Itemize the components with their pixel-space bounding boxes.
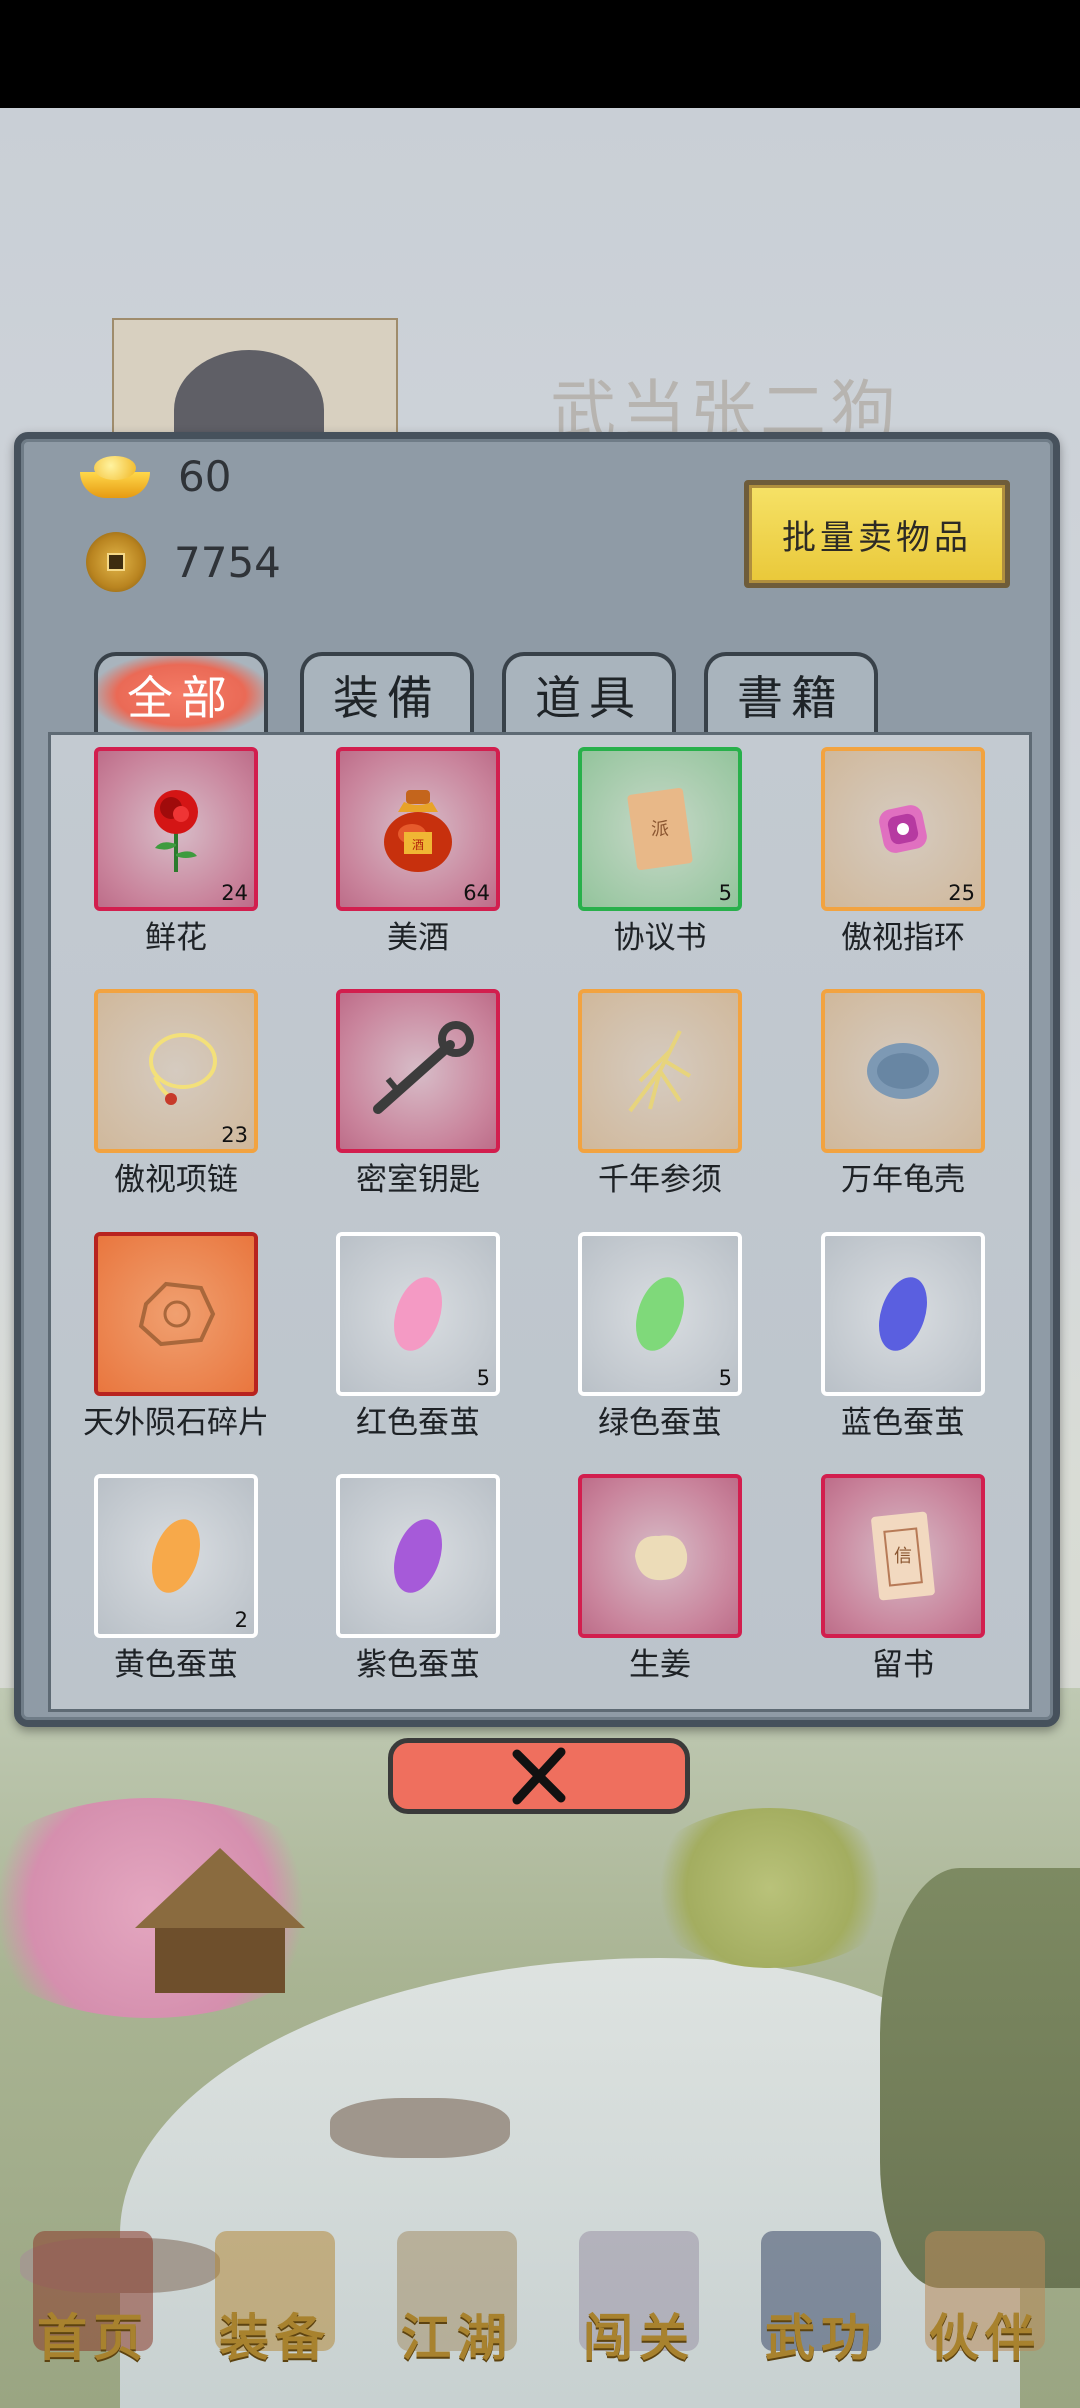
item-slot-ginseng[interactable] [578, 989, 742, 1153]
item-count: 5 [476, 1366, 490, 1390]
bottom-navigation: 首页 装备 江湖 闯关 武功 伙伴 [0, 2186, 1080, 2408]
item-slot-agreement[interactable]: 派 5 [578, 747, 742, 911]
cocoon-pink-icon [394, 1277, 442, 1351]
item-slot-ginger[interactable] [578, 1474, 742, 1638]
letter-icon: 信 [871, 1511, 935, 1601]
svg-text:信: 信 [894, 1546, 912, 1567]
nav-label: 武功 [765, 2308, 877, 2367]
turtle-shell-icon [867, 1043, 939, 1099]
nav-equipment[interactable]: 装备 [190, 2186, 360, 2408]
tab-books[interactable]: 書籍 [704, 652, 878, 734]
item-slot-blue-cocoon[interactable] [821, 1232, 985, 1396]
wine-jar-icon: 酒 [384, 790, 452, 872]
item-count: 5 [718, 1366, 732, 1390]
item-name: 协议书 [613, 920, 707, 956]
item-slot-purple-cocoon[interactable] [336, 1474, 500, 1638]
item-slot-ring[interactable]: 25 [821, 747, 985, 911]
item-slot-wine[interactable]: 酒 64 [336, 747, 500, 911]
rose-icon [154, 790, 198, 872]
cocoon-yellow-icon [152, 1519, 200, 1593]
necklace-icon [149, 1033, 217, 1105]
item-name: 紫色蚕茧 [356, 1647, 480, 1683]
close-icon [512, 1747, 566, 1805]
gold-ingot-icon [80, 454, 150, 500]
item-count: 24 [221, 881, 248, 905]
batch-sell-button[interactable]: 批量卖物品 [744, 480, 1010, 588]
scroll-icon: 派 [627, 787, 693, 871]
item-name: 美酒 [387, 920, 449, 956]
tab-equipment[interactable]: 装備 [300, 652, 474, 734]
key-icon [373, 1021, 474, 1114]
item-slot-yellow-cocoon[interactable]: 2 [94, 1474, 258, 1638]
item-slot-necklace[interactable]: 23 [94, 989, 258, 1153]
item-name: 蓝色蚕茧 [841, 1405, 965, 1441]
item-name: 红色蚕茧 [356, 1405, 480, 1441]
item-slot-key[interactable] [336, 989, 500, 1153]
close-button[interactable] [388, 1738, 690, 1814]
item-name: 生姜 [629, 1647, 691, 1683]
nav-home[interactable]: 首页 [8, 2186, 178, 2408]
player-avatar [112, 318, 398, 440]
rock [330, 2098, 510, 2158]
nav-challenge[interactable]: 闯关 [554, 2186, 724, 2408]
svg-text:派: 派 [651, 819, 669, 840]
tab-all[interactable]: 全部 [94, 652, 268, 734]
nav-jianghu[interactable]: 江湖 [372, 2186, 542, 2408]
item-count: 25 [948, 881, 975, 905]
item-slot-red-cocoon[interactable]: 5 [336, 1232, 500, 1396]
status-bar [0, 0, 1080, 108]
nav-martial-arts[interactable]: 武功 [736, 2186, 906, 2408]
item-slot-green-cocoon[interactable]: 5 [578, 1232, 742, 1396]
gold-balance: 60 [80, 452, 231, 501]
coin-amount: 7754 [174, 537, 281, 587]
item-name: 鲜花 [145, 920, 207, 956]
item-name: 留书 [872, 1647, 934, 1683]
nav-label: 江湖 [401, 2308, 513, 2367]
item-name: 黄色蚕茧 [114, 1647, 238, 1683]
item-name: 傲视指环 [841, 920, 965, 956]
item-slot-turtle-shell[interactable] [821, 989, 985, 1153]
cocoon-blue-icon [879, 1277, 927, 1351]
nav-companions[interactable]: 伙伴 [900, 2186, 1070, 2408]
ginger-icon [635, 1535, 688, 1581]
item-count: 23 [221, 1123, 248, 1147]
copper-coin-icon [86, 532, 146, 592]
item-name: 千年参须 [598, 1162, 722, 1198]
hut-illustration [135, 1848, 305, 1998]
item-name: 绿色蚕茧 [598, 1405, 722, 1441]
ring-icon [879, 805, 927, 853]
meteorite-icon [138, 1281, 216, 1347]
nav-label: 闯关 [583, 2308, 695, 2367]
item-name: 密室钥匙 [356, 1162, 480, 1198]
item-slot-flower[interactable]: 24 [94, 747, 258, 911]
item-slot-letter[interactable]: 信 [821, 1474, 985, 1638]
nav-label: 伙伴 [929, 2308, 1041, 2367]
nav-label: 首页 [37, 2308, 149, 2367]
item-count: 64 [463, 881, 490, 905]
green-tree [640, 1808, 900, 1968]
item-count: 2 [234, 1608, 248, 1632]
cocoon-green-icon [636, 1277, 684, 1351]
nav-label: 装备 [219, 2308, 331, 2367]
coin-balance: 7754 [80, 532, 281, 592]
cocoon-purple-icon [394, 1519, 442, 1593]
item-name: 天外陨石碎片 [83, 1405, 269, 1441]
gold-amount: 60 [178, 452, 232, 501]
ginseng-icon [628, 1030, 692, 1113]
svg-text:酒: 酒 [412, 838, 424, 852]
tab-props[interactable]: 道具 [502, 652, 676, 734]
item-name: 万年龟壳 [841, 1162, 965, 1198]
item-name: 傲视项链 [114, 1162, 238, 1198]
item-slot-meteorite[interactable] [94, 1232, 258, 1396]
item-count: 5 [718, 881, 732, 905]
